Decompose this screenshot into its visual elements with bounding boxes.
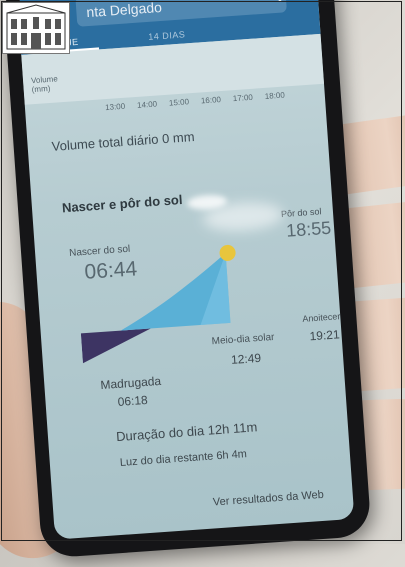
hour-label: 18:00 — [264, 90, 286, 101]
phone-screen: nta Delgado HOJE 14 DIAS Volume (mm) 13:… — [16, 0, 355, 540]
tab-14-days[interactable]: 14 DIAS — [148, 29, 186, 42]
dawn-time: 06:18 — [117, 392, 149, 409]
hour-label: 16:00 — [200, 95, 222, 106]
sun-section-title: Nascer e pôr do sol — [61, 191, 183, 216]
web-results-link[interactable]: Ver resultados da Web — [213, 489, 325, 509]
hour-label: 15:00 — [168, 97, 190, 108]
solar-noon-time: 12:49 — [230, 350, 262, 367]
hour-label: 14:00 — [136, 99, 158, 110]
hour-label: 17:00 — [232, 92, 254, 104]
dusk-time: 19:21 — [309, 327, 341, 344]
daylight-remaining: Luz do dia restante 6h 4m — [119, 448, 248, 469]
daily-volume: Volume total diário 0 mm — [51, 128, 195, 154]
dawn-label: Madrugada — [100, 373, 162, 393]
hour-label: 13:00 — [104, 101, 126, 113]
sunset-time: 18:55 — [285, 217, 332, 241]
sunset-label: Pôr do sol — [280, 206, 322, 220]
dusk-label: Anoitecer — [302, 311, 341, 324]
night-band — [80, 328, 151, 364]
day-length: Duração do dia 12h 11m — [115, 419, 258, 445]
building-logo-watermark — [2, 2, 70, 54]
phone: nta Delgado HOJE 14 DIAS Volume (mm) 13:… — [2, 0, 372, 559]
volume-axis-label: Volume (mm) — [30, 74, 59, 95]
